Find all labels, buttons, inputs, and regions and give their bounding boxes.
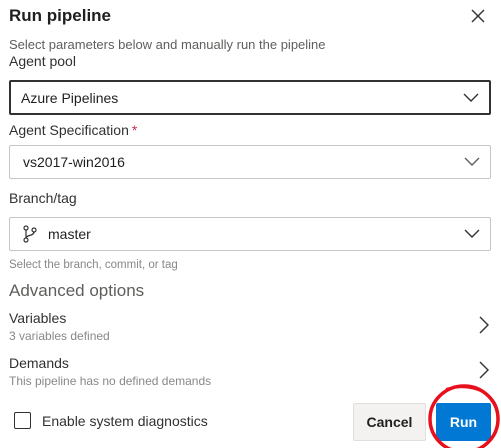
chevron-down-icon: [464, 229, 480, 238]
chevron-right-icon: [479, 361, 489, 379]
agent-spec-label-text: Agent Specification: [9, 122, 129, 138]
chevron-right-icon: [479, 316, 489, 334]
agent-spec-label: Agent Specification *: [9, 122, 137, 138]
dialog-subtitle: Select parameters below and manually run…: [9, 37, 326, 52]
close-icon[interactable]: [468, 6, 488, 26]
branch-label: Branch/tag: [9, 190, 77, 206]
advanced-options-heading: Advanced options: [9, 281, 145, 300]
agent-pool-value: Azure Pipelines: [21, 89, 119, 106]
agent-pool-select[interactable]: Azure Pipelines: [9, 80, 491, 115]
demands-row[interactable]: Demands This pipeline has no defined dem…: [9, 355, 491, 391]
agent-spec-value: vs2017-win2016: [23, 154, 125, 170]
run-pipeline-panel: Run pipeline Select parameters below and…: [0, 0, 501, 448]
demands-subtitle: This pipeline has no defined demands: [9, 374, 212, 388]
diagnostics-label: Enable system diagnostics: [42, 413, 208, 429]
chevron-down-icon: [464, 157, 480, 166]
branch-helper-text: Select the branch, commit, or tag: [9, 259, 178, 271]
branch-select[interactable]: master: [9, 217, 491, 251]
variables-subtitle: 3 variables defined: [9, 329, 110, 343]
git-branch-icon: [23, 225, 37, 243]
cancel-button[interactable]: Cancel: [353, 403, 426, 441]
run-button[interactable]: Run: [436, 403, 491, 441]
demands-title: Demands: [9, 355, 69, 371]
dialog-title: Run pipeline: [9, 6, 111, 25]
diagnostics-checkbox[interactable]: [14, 412, 31, 429]
required-marker: *: [131, 122, 138, 138]
agent-pool-label: Agent pool: [9, 53, 76, 69]
variables-row[interactable]: Variables 3 variables defined: [9, 310, 491, 346]
agent-spec-select[interactable]: vs2017-win2016: [9, 145, 491, 179]
chevron-down-icon: [463, 93, 479, 102]
variables-title: Variables: [9, 310, 67, 326]
branch-value: master: [48, 226, 91, 242]
